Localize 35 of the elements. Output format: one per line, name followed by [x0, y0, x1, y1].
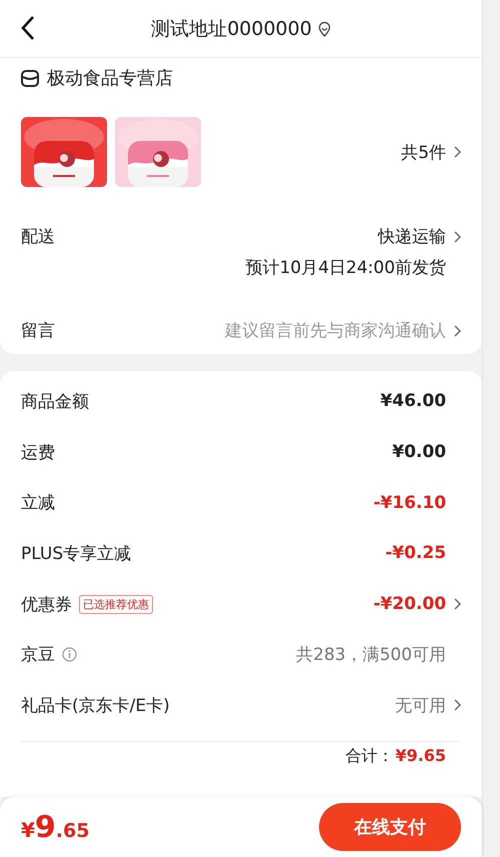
amount-value: -¥0.25	[385, 543, 446, 564]
message-field[interactable]: 建议留言前先与商家沟通确认	[225, 319, 462, 342]
total-amount: ¥9.65	[395, 746, 446, 765]
total-label: 合计：	[345, 746, 394, 767]
location-pin-icon	[318, 20, 331, 36]
pay-amount: ¥9.65	[21, 810, 90, 844]
coupon-tag: 已选推荐优惠	[79, 594, 153, 614]
amount-value: 共283，满500可用	[296, 644, 446, 666]
fee-label: 礼品卡(京东卡/E卡)	[21, 694, 170, 717]
chevron-icon	[454, 324, 462, 336]
item-count-link[interactable]: 共5件	[401, 140, 462, 164]
fee-label: PLUS专享立减	[21, 542, 132, 565]
chevron-icon	[454, 598, 462, 610]
amount-value: -¥16.10	[373, 492, 446, 513]
fee-label: 商品金额	[21, 390, 89, 413]
chevron-icon	[454, 699, 462, 712]
address-title: 测试地址0000000	[151, 16, 312, 42]
amount-value: ¥46.00	[380, 391, 446, 412]
shop-icon	[21, 70, 39, 86]
amount-link[interactable]: -¥20.00	[373, 594, 446, 614]
chevron-icon	[454, 230, 462, 242]
shop-name: 极动食品专营店	[47, 67, 173, 90]
delivery-label: 配送	[21, 226, 55, 249]
amount-value: ¥0.00	[392, 442, 446, 462]
fee-label: 京豆	[21, 644, 55, 666]
fee-label: 优惠券	[21, 594, 72, 616]
fee-label: 运费	[21, 442, 55, 464]
back-icon	[20, 14, 36, 40]
fee-label: 立减	[21, 492, 55, 514]
chevron-icon	[454, 146, 462, 158]
delivery-estimate: 预计10月4日24:00前发货	[246, 257, 446, 279]
message-label: 留言	[21, 320, 55, 342]
amount-link[interactable]: 无可用	[395, 694, 446, 717]
pay-button[interactable]: 在线支付	[319, 803, 462, 851]
delivery-method-link[interactable]: 快递运输	[378, 225, 462, 248]
